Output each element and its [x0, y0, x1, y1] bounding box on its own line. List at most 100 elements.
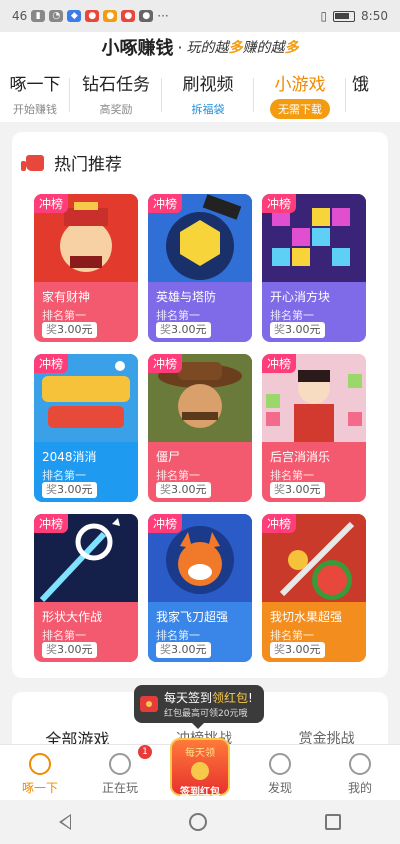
nav-label: 啄一下: [21, 781, 58, 795]
game-rank: 排名第一: [156, 629, 200, 642]
rank-badge: 冲榜: [262, 194, 297, 213]
nav-discover[interactable]: 发现: [240, 745, 320, 800]
checkin-top-label: 每天领: [185, 748, 215, 759]
game-reward: 奖3.00元: [42, 482, 97, 498]
nav-label: 发现: [267, 781, 292, 795]
game-name: 开心消方块: [270, 290, 331, 304]
home-icon[interactable]: [189, 813, 207, 831]
game-rank: 排名第一: [270, 469, 314, 482]
rank-badge: 冲榜: [262, 354, 297, 373]
game-rank: 排名第一: [42, 469, 86, 482]
rank-badge: 冲榜: [34, 514, 69, 533]
game-reward: 奖3.00元: [42, 642, 97, 658]
game-reward: 奖3.00元: [42, 322, 97, 338]
game-name: 我家飞刀超强: [156, 610, 229, 624]
more-icon: ···: [157, 9, 169, 23]
back-icon[interactable]: [59, 814, 71, 830]
app-header: 小啄赚钱 · 玩的越多赚的越多: [0, 32, 400, 62]
tab-title: 钻石任务: [82, 75, 150, 95]
checkin-red-packet-button[interactable]: 每天领 签到红包: [170, 738, 230, 798]
slogan: 玩的越多赚的越多: [186, 40, 299, 56]
battery-icon: [333, 10, 356, 22]
app-notification-icon-5: ●: [139, 10, 154, 22]
app-notification-icon-3: ●: [103, 10, 118, 22]
rank-badge: 冲榜: [148, 194, 183, 213]
checkin-label: 签到红包: [180, 787, 220, 798]
nav-peck[interactable]: 啄一下: [0, 745, 80, 800]
nav-label: 正在玩: [101, 781, 138, 795]
game-name: 后宫消消乐: [270, 450, 331, 464]
title-dot: ·: [177, 37, 183, 57]
rank-badge: 冲榜: [148, 354, 183, 373]
tab-title: 刷视频: [182, 75, 234, 95]
tab-diamond-tasks[interactable]: 钻石任务 高奖励: [70, 70, 162, 117]
wifi-icon: ◔: [49, 10, 64, 22]
game-name: 家有财神: [42, 290, 91, 304]
top-tabs: 啄一下 开始赚钱 钻石任务 高奖励 刷视频 拆福袋 小游戏 无需下载 饿: [0, 62, 400, 122]
discover-icon: [269, 753, 291, 775]
tab-title: 饿: [352, 75, 369, 95]
nav-mine[interactable]: 我的: [320, 745, 400, 800]
tab-pill: 无需下载: [270, 99, 330, 119]
app-notification-icon: ◆: [67, 10, 82, 22]
network-type: 46: [12, 9, 28, 23]
game-rank: 排名第一: [270, 629, 314, 642]
hot-header: 热门推荐: [21, 150, 122, 175]
game-card[interactable]: 冲榜 我家飞刀超强 排名第一 奖3.00元: [148, 514, 252, 662]
tooltip-line2: 红包最高可领20元哦: [164, 709, 248, 719]
game-rank: 排名第一: [156, 469, 200, 482]
recent-apps-icon[interactable]: [325, 814, 341, 830]
status-bar: 46 ▮ ◔ ◆ ● ● ● ● ··· ▯ 8:50: [0, 0, 400, 32]
tab-mini-games[interactable]: 小游戏 无需下载: [254, 70, 346, 119]
red-envelope-icon: [140, 696, 158, 712]
tab-title: 啄一下: [9, 75, 61, 95]
yen-coin-icon: [109, 753, 131, 775]
rank-badge: 冲榜: [262, 514, 297, 533]
game-reward: 奖3.00元: [270, 642, 325, 658]
rank-badge: 冲榜: [34, 194, 69, 213]
game-rank: 排名第一: [42, 309, 86, 322]
tab-more[interactable]: 饿: [346, 70, 376, 95]
game-name: 英雄与塔防: [156, 290, 217, 304]
game-reward: 奖3.00元: [156, 322, 211, 338]
app-notification-icon-4: ●: [121, 10, 136, 22]
game-rank: 排名第一: [42, 629, 86, 642]
tab-subtitle: 拆福袋: [191, 103, 225, 116]
rank-badge: 冲榜: [34, 354, 69, 373]
system-nav-bar: [0, 800, 400, 844]
game-reward: 奖3.00元: [270, 482, 325, 498]
game-reward: 奖3.00元: [270, 322, 325, 338]
clock: 8:50: [361, 9, 388, 23]
tab-subtitle: 高奖励: [99, 103, 133, 116]
game-card[interactable]: 冲榜 英雄与塔防 排名第一 奖3.00元: [148, 194, 252, 342]
tab-peck[interactable]: 啄一下 开始赚钱: [0, 70, 70, 117]
game-name: 僵尸: [156, 450, 181, 464]
app-title: 小啄赚钱: [101, 38, 174, 59]
vibrate-icon: ▯: [320, 9, 328, 23]
game-card[interactable]: 冲榜 后宫消消乐 排名第一 奖3.00元: [262, 354, 366, 502]
game-card[interactable]: 冲榜 开心消方块 排名第一 奖3.00元: [262, 194, 366, 342]
app-notification-icon-2: ●: [85, 10, 100, 22]
nav-label: 我的: [347, 781, 372, 795]
game-card[interactable]: 冲榜 2048消消 排名第一 奖3.00元: [34, 354, 138, 502]
game-card[interactable]: 冲榜 形状大作战 排名第一 奖3.00元: [34, 514, 138, 662]
game-rank: 排名第一: [270, 309, 314, 322]
checkin-tooltip[interactable]: 每天签到领红包! 红包最高可领20元哦: [134, 685, 264, 729]
game-reward: 奖3.00元: [156, 482, 211, 498]
game-reward: 奖3.00元: [156, 642, 211, 658]
tab-videos[interactable]: 刷视频 拆福袋: [162, 70, 254, 117]
game-name: 形状大作战: [42, 610, 103, 624]
game-name: 2048消消: [42, 450, 97, 464]
game-rank: 排名第一: [156, 309, 200, 322]
nav-playing[interactable]: 1 正在玩: [80, 745, 160, 800]
peck-icon: [29, 753, 51, 775]
thumbs-up-icon: [21, 154, 44, 171]
game-card[interactable]: 冲榜 家有财神 排名第一 奖3.00元: [34, 194, 138, 342]
tab-subtitle: 开始赚钱: [13, 103, 57, 116]
game-card[interactable]: 冲榜 我切水果超强 排名第一 奖3.00元: [262, 514, 366, 662]
user-icon: [349, 753, 371, 775]
rank-badge: 冲榜: [148, 514, 183, 533]
game-card[interactable]: 冲榜 僵尸 排名第一 奖3.00元: [148, 354, 252, 502]
section-title: 热门推荐: [54, 155, 122, 175]
notification-badge: 1: [138, 745, 152, 759]
